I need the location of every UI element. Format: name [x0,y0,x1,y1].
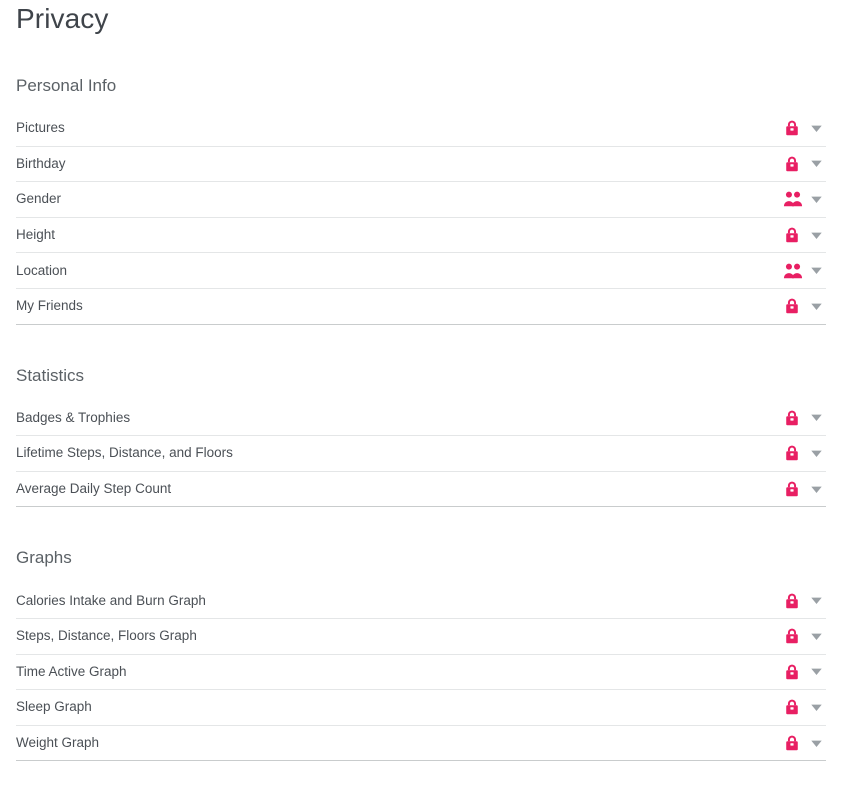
chevron-down-icon[interactable] [810,157,823,170]
privacy-settings-page: Privacy Personal Info Pictures Birthday G… [0,0,842,761]
privacy-row[interactable]: Birthday [16,147,826,183]
friends-icon [783,262,801,280]
privacy-row-controls[interactable] [783,698,826,716]
privacy-row-controls[interactable] [783,480,826,498]
lock-icon [783,155,801,173]
privacy-row[interactable]: Height [16,218,826,254]
privacy-row-list: Badges & Trophies Lifetime Steps, Distan… [16,401,826,508]
friends-icon [783,190,801,208]
privacy-section: Graphs Calories Intake and Burn Graph Ste… [16,547,826,761]
privacy-row-controls[interactable] [783,444,826,462]
privacy-row-controls[interactable] [783,226,826,244]
privacy-row-label: Location [16,262,783,280]
lock-icon [783,734,801,752]
privacy-row[interactable]: Gender [16,182,826,218]
privacy-row-label: Height [16,226,783,244]
privacy-row-controls[interactable] [783,190,826,208]
lock-icon [783,663,801,681]
privacy-row-label: Steps, Distance, Floors Graph [16,627,783,645]
chevron-down-icon[interactable] [810,737,823,750]
privacy-row[interactable]: Pictures [16,111,826,147]
chevron-down-icon[interactable] [810,411,823,424]
section-title: Graphs [16,547,826,569]
privacy-row-controls[interactable] [783,297,826,315]
chevron-down-icon[interactable] [810,447,823,460]
privacy-row-label: My Friends [16,297,783,315]
privacy-row[interactable]: Sleep Graph [16,690,826,726]
privacy-row-controls[interactable] [783,119,826,137]
privacy-row-label: Sleep Graph [16,698,783,716]
privacy-row[interactable]: Average Daily Step Count [16,472,826,508]
chevron-down-icon[interactable] [810,701,823,714]
chevron-down-icon[interactable] [810,264,823,277]
lock-icon [783,480,801,498]
privacy-row-label: Pictures [16,119,783,137]
chevron-down-icon[interactable] [810,193,823,206]
privacy-row-controls[interactable] [783,409,826,427]
section-title: Statistics [16,365,826,387]
privacy-row-controls[interactable] [783,262,826,280]
privacy-row-label: Lifetime Steps, Distance, and Floors [16,444,783,462]
section-title: Personal Info [16,75,826,97]
chevron-down-icon[interactable] [810,630,823,643]
privacy-row-list: Pictures Birthday Gender [16,111,826,325]
privacy-section: Personal Info Pictures Birthday Gender [16,75,826,325]
privacy-row[interactable]: My Friends [16,289,826,325]
privacy-row-label: Average Daily Step Count [16,480,783,498]
privacy-row[interactable]: Location [16,253,826,289]
privacy-row[interactable]: Lifetime Steps, Distance, and Floors [16,436,826,472]
privacy-row[interactable]: Weight Graph [16,726,826,762]
privacy-row-controls[interactable] [783,734,826,752]
privacy-row-label: Weight Graph [16,734,783,752]
lock-icon [783,409,801,427]
privacy-row-label: Calories Intake and Burn Graph [16,592,783,610]
chevron-down-icon[interactable] [810,594,823,607]
privacy-row[interactable]: Calories Intake and Burn Graph [16,583,826,619]
privacy-row-label: Badges & Trophies [16,409,783,427]
privacy-row-label: Time Active Graph [16,663,783,681]
privacy-row-label: Birthday [16,155,783,173]
privacy-row[interactable]: Badges & Trophies [16,401,826,437]
privacy-row-label: Gender [16,190,783,208]
privacy-row-controls[interactable] [783,663,826,681]
chevron-down-icon[interactable] [810,122,823,135]
chevron-down-icon[interactable] [810,229,823,242]
chevron-down-icon[interactable] [810,483,823,496]
lock-icon [783,627,801,645]
page-title: Privacy [16,0,826,36]
privacy-row[interactable]: Steps, Distance, Floors Graph [16,619,826,655]
lock-icon [783,444,801,462]
chevron-down-icon[interactable] [810,665,823,678]
privacy-row-list: Calories Intake and Burn Graph Steps, Di… [16,583,826,761]
privacy-row-controls[interactable] [783,155,826,173]
privacy-sections: Personal Info Pictures Birthday Gender [16,75,826,761]
privacy-row-controls[interactable] [783,627,826,645]
chevron-down-icon[interactable] [810,300,823,313]
lock-icon [783,698,801,716]
lock-icon [783,592,801,610]
lock-icon [783,119,801,137]
lock-icon [783,226,801,244]
privacy-row[interactable]: Time Active Graph [16,655,826,691]
lock-icon [783,297,801,315]
privacy-section: Statistics Badges & Trophies Lifetime Ste… [16,365,826,508]
privacy-row-controls[interactable] [783,592,826,610]
